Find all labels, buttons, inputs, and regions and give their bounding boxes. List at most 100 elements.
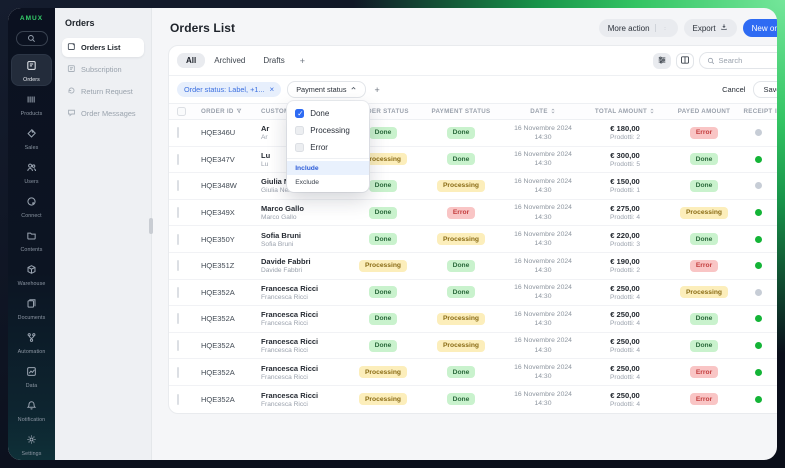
tab-all[interactable]: All — [177, 53, 205, 68]
table-row[interactable]: HQE352A Francesca Ricci Francesca Ricci … — [169, 359, 777, 386]
order-time: 14:30 — [534, 239, 551, 248]
row-checkbox[interactable] — [177, 234, 179, 245]
header-payment-status[interactable]: PAYMENT STATUS — [419, 108, 503, 115]
receipt-dot — [755, 209, 762, 216]
rail-item-orders[interactable]: Orders — [12, 55, 51, 85]
header-order-id[interactable]: ORDER ID — [201, 108, 261, 116]
rail-item-sales[interactable]: Sales — [12, 123, 51, 153]
order-status-badge: Done — [369, 127, 398, 139]
order-time: 14:30 — [534, 346, 551, 355]
table-row[interactable]: HQE347V Lu Lu Processing Done 16 Novembr… — [169, 147, 777, 174]
table-header-row: ORDER ID CUSTOMER ORDER STATUS PAYMENT S… — [169, 104, 777, 120]
add-filter-button[interactable]: + — [372, 85, 381, 95]
order-status-filter-chip[interactable]: Order status: Label, +1... × — [177, 82, 281, 97]
row-checkbox[interactable] — [177, 313, 179, 324]
tag-icon — [26, 126, 37, 144]
add-tab-button[interactable]: + — [294, 56, 311, 66]
receipt-dot — [755, 369, 762, 376]
sort-icon — [649, 108, 655, 116]
row-checkbox[interactable] — [177, 367, 179, 378]
table-row[interactable]: HQE351Z Davide Fabbri Davide Fabbri Proc… — [169, 253, 777, 280]
payment-status-filter-chip[interactable]: Payment status — [287, 81, 366, 98]
row-checkbox[interactable] — [177, 287, 179, 298]
rail-item-connect[interactable]: Connect — [12, 191, 51, 221]
row-checkbox[interactable] — [177, 340, 179, 351]
dropdown-option-processing[interactable]: Processing — [287, 122, 369, 139]
payed-amount-badge: Error — [690, 260, 718, 272]
receipt-dot — [755, 236, 762, 243]
row-checkbox[interactable] — [177, 154, 179, 165]
gear-icon — [26, 432, 37, 450]
row-checkbox[interactable] — [177, 127, 179, 138]
header-date[interactable]: DATE — [503, 108, 583, 116]
dropdown-option-error[interactable]: Error — [287, 139, 369, 156]
header-invoice[interactable]: INVOICE — [775, 108, 777, 115]
filter-settings-button[interactable] — [653, 53, 671, 69]
header-receipt[interactable]: RECEIPT — [741, 108, 775, 115]
dropdown-option-done[interactable]: Done — [287, 105, 369, 122]
sidebar-item-return-request[interactable]: Return Request — [62, 82, 144, 101]
rail-item-users[interactable]: Users — [12, 157, 51, 187]
rail-item-automation[interactable]: Automation — [12, 327, 51, 357]
table-row[interactable]: HQE352A Francesca Ricci Francesca Ricci … — [169, 333, 777, 360]
checkbox-done[interactable] — [295, 109, 304, 118]
filter-row: Order status: Label, +1... × Payment sta… — [169, 76, 777, 104]
dots-vertical-icon — [661, 23, 669, 33]
columns-button[interactable] — [676, 53, 694, 69]
table-row[interactable]: HQE348W Giulia Neri Giulia Neri Done Pro… — [169, 173, 777, 200]
more-action-button[interactable]: More action — [599, 19, 678, 37]
rail-item-products[interactable]: Products — [12, 89, 51, 119]
select-all-checkbox[interactable] — [177, 107, 186, 116]
header-payed-amount[interactable]: PAYED AMOUNT — [667, 108, 741, 115]
order-time: 14:30 — [534, 186, 551, 195]
customer-subtitle: Francesca Ricci — [261, 294, 347, 301]
chat-icon — [67, 108, 76, 119]
sidebar-item-subscription[interactable]: Subscription — [62, 60, 144, 79]
receipt-dot — [755, 262, 762, 269]
table-row[interactable]: HQE352A Francesca Ricci Francesca Ricci … — [169, 280, 777, 307]
table-row[interactable]: HQE349X Marco Gallo Marco Gallo Done Err… — [169, 200, 777, 227]
remove-filter-icon[interactable]: × — [270, 85, 275, 94]
exclude-option[interactable]: Exclude — [287, 175, 369, 189]
checkbox-error[interactable] — [295, 143, 304, 152]
table-row[interactable]: HQE352A Francesca Ricci Francesca Ricci … — [169, 306, 777, 333]
tab-drafts[interactable]: Drafts — [254, 53, 293, 68]
table-row[interactable]: HQE346U Ar Ar Done Done 16 Novembre 2024… — [169, 120, 777, 147]
rail-item-documents[interactable]: Documents — [12, 293, 51, 323]
row-checkbox[interactable] — [177, 394, 179, 405]
cancel-button[interactable]: Cancel — [722, 85, 745, 94]
include-option[interactable]: Include — [287, 161, 369, 175]
row-checkbox[interactable] — [177, 180, 179, 191]
save-as-button[interactable]: Save as — [753, 81, 777, 98]
search-input[interactable] — [719, 56, 777, 65]
new-order-button[interactable]: New order — [743, 19, 777, 37]
products-count: Prodotti: 4 — [610, 320, 640, 327]
customer-name: Francesca Ricci — [261, 391, 347, 400]
rail-item-contents[interactable]: Contents — [12, 225, 51, 255]
payment-status-filter-wrap: Payment status Done Processing — [287, 81, 366, 98]
export-button[interactable]: Export — [684, 19, 737, 37]
barcode-icon — [26, 92, 37, 110]
tab-archived[interactable]: Archived — [205, 53, 254, 68]
checkbox-processing[interactable] — [295, 126, 304, 135]
order-id-cell: HQE352A — [201, 288, 261, 297]
sliders-icon — [657, 52, 667, 70]
workflow-icon — [26, 330, 37, 348]
order-date: 16 Novembre 2024 — [514, 310, 572, 319]
table-row[interactable]: HQE352A Francesca Ricci Francesca Ricci … — [169, 386, 777, 413]
header-total-amount[interactable]: TOTAL AMOUNT — [583, 108, 667, 116]
receipt-dot — [755, 315, 762, 322]
order-date: 16 Novembre 2024 — [514, 177, 572, 186]
sidebar-item-order-messages[interactable]: Order Messages — [62, 104, 144, 123]
order-id-cell: HQE348W — [201, 181, 261, 190]
row-checkbox[interactable] — [177, 260, 179, 271]
rail-item-settings[interactable]: Settings — [12, 429, 51, 459]
rail-item-warehouse[interactable]: Warehouse — [12, 259, 51, 289]
table-row[interactable]: HQE350Y Sofia Bruni Sofia Bruni Done Pro… — [169, 226, 777, 253]
total-amount: € 250,00 — [610, 391, 640, 400]
rail-item-data[interactable]: Data — [12, 361, 51, 391]
row-checkbox[interactable] — [177, 207, 179, 218]
rail-search-button[interactable] — [16, 31, 48, 46]
sidebar-item-orders-list[interactable]: Orders List — [62, 38, 144, 57]
rail-item-notification[interactable]: Notification — [12, 395, 51, 425]
